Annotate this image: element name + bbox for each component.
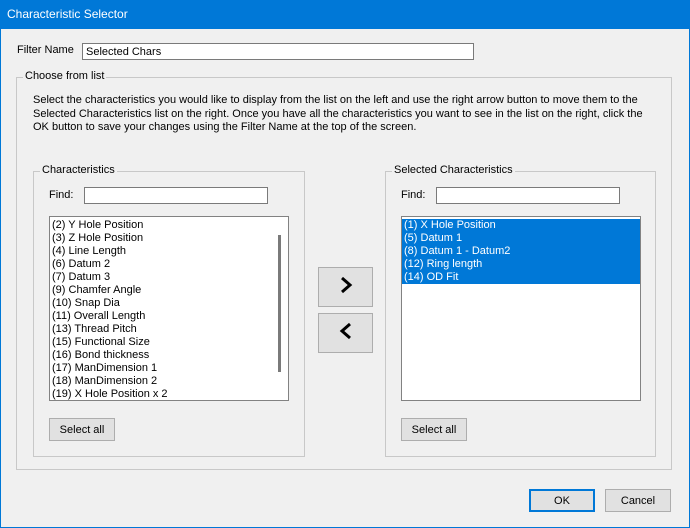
list-item[interactable]: (16) Bond thickness (50, 349, 288, 362)
characteristics-select-all-button[interactable]: Select all (49, 418, 115, 441)
list-item[interactable]: (9) Chamfer Angle (50, 284, 288, 297)
chevron-right-icon (339, 276, 353, 298)
choose-from-list-legend: Choose from list (23, 70, 107, 82)
list-item[interactable]: (7) Datum 3 (50, 271, 288, 284)
list-item[interactable]: (19) X Hole Position x 2 (50, 388, 288, 400)
list-item[interactable]: (8) Datum 1 - Datum2 (402, 245, 640, 258)
filter-name-label: Filter Name (17, 44, 74, 56)
filter-name-input[interactable] (82, 43, 474, 60)
list-item[interactable]: (3) Z Hole Position (50, 232, 288, 245)
list-item[interactable]: (18) ManDimension 2 (50, 375, 288, 388)
list-item[interactable]: (11) Overall Length (50, 310, 288, 323)
characteristics-list[interactable]: (2) Y Hole Position (3) Z Hole Position … (49, 216, 289, 401)
title-bar[interactable]: Characteristic Selector (0, 0, 690, 29)
instructions-text: Select the characteristics you would lik… (33, 94, 643, 133)
cancel-button[interactable]: Cancel (605, 489, 671, 512)
ok-button[interactable]: OK (529, 489, 595, 512)
selected-characteristics-list[interactable]: (1) X Hole Position (5) Datum 1 (8) Datu… (401, 216, 641, 401)
list-item[interactable]: (1) X Hole Position (402, 219, 640, 232)
move-left-button[interactable] (318, 313, 373, 353)
list-item[interactable]: (5) Datum 1 (402, 232, 640, 245)
selected-select-all-button[interactable]: Select all (401, 418, 467, 441)
list-item[interactable]: (17) ManDimension 1 (50, 362, 288, 375)
list-item[interactable]: (2) Y Hole Position (50, 219, 288, 232)
list-item[interactable]: (13) Thread Pitch (50, 323, 288, 336)
list-item[interactable]: (14) OD Fit (402, 271, 640, 284)
list-item[interactable]: (6) Datum 2 (50, 258, 288, 271)
list-item[interactable]: (4) Line Length (50, 245, 288, 258)
characteristics-find-label: Find: (49, 189, 74, 201)
window-title: Characteristic Selector (7, 7, 128, 21)
list-item[interactable]: (10) Snap Dia (50, 297, 288, 310)
chevron-left-icon (339, 322, 353, 344)
list-item[interactable]: (15) Functional Size (50, 336, 288, 349)
characteristics-scrollbar-thumb[interactable] (278, 235, 281, 372)
move-right-button[interactable] (318, 267, 373, 307)
selected-find-input[interactable] (436, 187, 620, 204)
characteristics-legend: Characteristics (40, 164, 117, 176)
list-item[interactable]: (12) Ring length (402, 258, 640, 271)
characteristics-find-input[interactable] (84, 187, 268, 204)
selected-find-label: Find: (401, 189, 426, 201)
selected-characteristics-legend: Selected Characteristics (392, 164, 515, 176)
